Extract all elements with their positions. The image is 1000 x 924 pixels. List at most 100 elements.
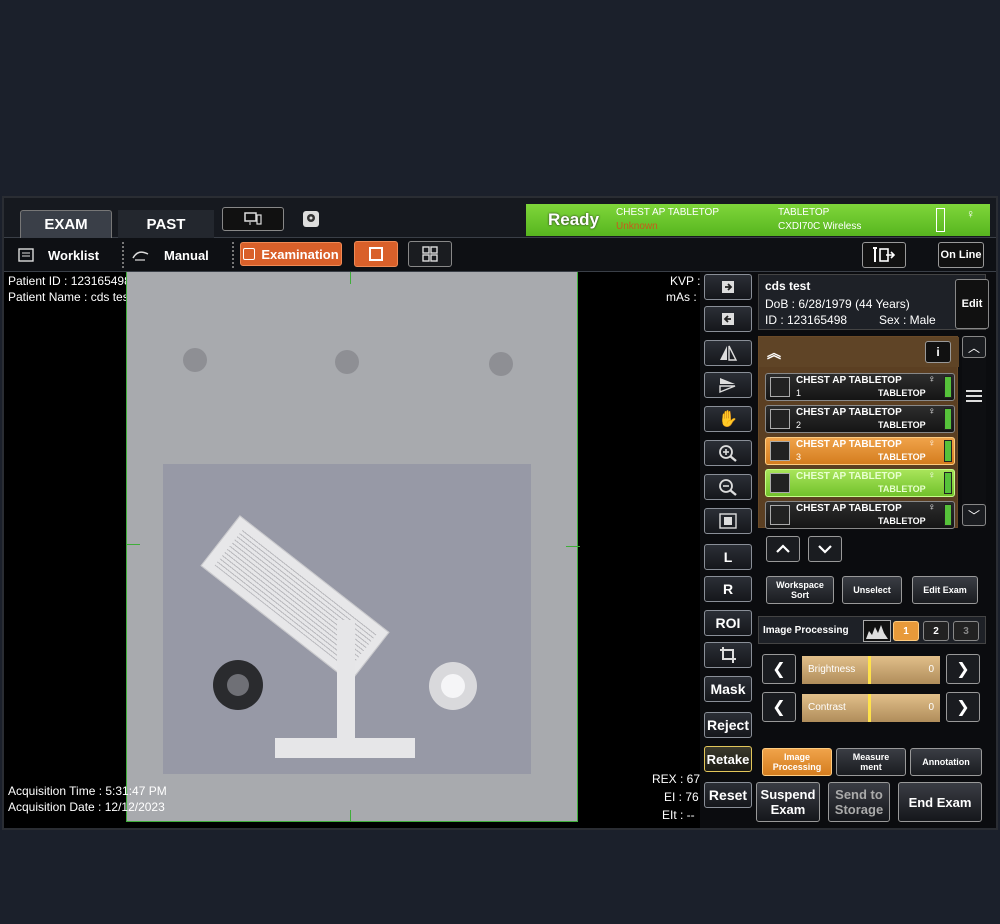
suspend-exam-button[interactable]: Suspend Exam: [756, 782, 820, 822]
exam-row-number: 2: [796, 420, 802, 430]
end-exam-button[interactable]: End Exam: [898, 782, 982, 822]
crop-button[interactable]: [704, 642, 752, 668]
light-ring: [429, 662, 477, 710]
brightness-decrease-button[interactable]: ❮: [762, 654, 796, 684]
exam-row-name: CHEST AP TABLETOP: [796, 375, 902, 386]
tab-image-processing-label-1: Image: [783, 752, 810, 762]
worklist-icon: [18, 248, 34, 262]
chevron-down-icon: [818, 545, 832, 554]
info-button[interactable]: i: [925, 341, 951, 363]
histogram-icon[interactable]: [863, 620, 891, 642]
chevron-left-icon: ❮: [772, 661, 786, 678]
crop-icon: [720, 647, 736, 663]
exam-row-name: CHEST AP TABLETOP: [796, 503, 902, 514]
tool-column: ✋ L R ROI Mask Reject Retake Reset: [700, 272, 756, 828]
brightness-slider[interactable]: Brightness 0: [802, 656, 940, 684]
left-marker-button[interactable]: L: [704, 544, 752, 570]
collapse-icon[interactable]: ︽: [767, 343, 781, 363]
tab-measurement-label-1: Measure: [852, 752, 890, 762]
brightness-increase-button[interactable]: ❯: [946, 654, 980, 684]
exam-list-scrollbar[interactable]: ︿ ﹀: [962, 336, 986, 528]
send-to-storage-button[interactable]: Send to Storage: [828, 782, 890, 822]
unselect-button[interactable]: Unselect: [842, 576, 902, 604]
tab-measurement[interactable]: Measure ment: [836, 748, 906, 776]
rotate-ccw-button[interactable]: [704, 306, 752, 332]
manual-button[interactable]: Manual: [132, 244, 209, 266]
exam-row-type: TABLETOP: [878, 452, 926, 462]
contrast-increase-button[interactable]: ❯: [946, 692, 980, 722]
retake-button[interactable]: Retake: [704, 746, 752, 772]
zoom-in-icon: [719, 445, 737, 462]
exam-row[interactable]: CHEST AP TABLETOP 1 TABLETOP ♀: [765, 373, 955, 401]
edit-exam-button[interactable]: Edit Exam: [912, 576, 978, 604]
kvp-overlay: KVP :: [670, 274, 701, 288]
worklist-button[interactable]: Worklist: [18, 244, 99, 266]
user-icon: ♀: [966, 207, 975, 221]
fit-button[interactable]: [704, 508, 752, 534]
contrast-slider[interactable]: Contrast 0: [802, 694, 940, 722]
exam-thumbnail: [770, 473, 790, 493]
tab-past[interactable]: PAST: [118, 210, 214, 238]
tab-image-processing[interactable]: Image Processing: [762, 748, 832, 776]
move-up-button[interactable]: [766, 536, 800, 562]
zoom-in-button[interactable]: [704, 440, 752, 466]
fit-screen-icon: [719, 513, 737, 529]
workspace-sort-button[interactable]: Workspace Sort: [766, 576, 834, 604]
pan-button[interactable]: ✋: [704, 406, 752, 432]
scroll-down-button[interactable]: ﹀: [962, 504, 986, 526]
exam-row-name: CHEST AP TABLETOP: [796, 471, 902, 482]
media-button[interactable]: [294, 207, 328, 231]
exam-thumbnail: [770, 409, 790, 429]
patient-name: cds test: [765, 279, 811, 293]
chevron-right-icon: ❯: [956, 699, 970, 716]
xray-image[interactable]: [126, 272, 578, 822]
mask-button[interactable]: Mask: [704, 676, 752, 702]
online-button[interactable]: On Line: [938, 242, 984, 268]
grid-view-button[interactable]: [408, 241, 452, 267]
send-label-1: Send to: [835, 787, 883, 802]
patient-id: ID : 123165498: [765, 313, 848, 327]
tab-annotation[interactable]: Annotation: [910, 748, 982, 776]
dark-ring: [213, 660, 263, 710]
tab-exam[interactable]: EXAM: [20, 210, 112, 238]
exam-row[interactable]: CHEST AP TABLETOP TABLETOP ♀: [765, 501, 955, 529]
examination-button[interactable]: Examination: [240, 242, 342, 266]
exam-list-header: ︽ i: [759, 337, 959, 367]
exam-row[interactable]: CHEST AP TABLETOP 2 TABLETOP ♀: [765, 405, 955, 433]
preset-2-button[interactable]: 2: [923, 621, 949, 641]
right-marker-button[interactable]: R: [704, 576, 752, 602]
edit-patient-button[interactable]: Edit: [955, 279, 989, 329]
flip-horizontal-icon: [720, 345, 738, 361]
exam-row-number: 3: [796, 452, 802, 462]
hand-icon: ✋: [718, 411, 738, 428]
menu-icon[interactable]: [966, 390, 982, 402]
image-viewer[interactable]: Patient ID : 123165498 Patient Name : cd…: [4, 272, 701, 828]
tools-button[interactable]: [862, 242, 906, 268]
roi-button[interactable]: ROI: [704, 610, 752, 636]
preset-3-button[interactable]: 3: [953, 621, 979, 641]
contrast-marker[interactable]: [868, 694, 871, 722]
workspace-sort-label-1: Workspace: [776, 580, 824, 590]
exam-row[interactable]: CHEST AP TABLETOP TABLETOP ♀: [765, 469, 955, 497]
marker-dot: [489, 352, 513, 376]
ei-value: EI : 76: [664, 790, 699, 804]
rotate-cw-button[interactable]: [704, 274, 752, 300]
preset-1-button[interactable]: 1: [893, 621, 919, 641]
status-position: TABLETOP: [778, 207, 830, 218]
reset-button[interactable]: Reset: [704, 782, 752, 808]
contrast-decrease-button[interactable]: ❮: [762, 692, 796, 722]
monitor-button[interactable]: [222, 207, 284, 231]
flip-horizontal-button[interactable]: [704, 340, 752, 366]
right-panel: cds test DoB : 6/28/1979 (44 Years) ID :…: [756, 272, 996, 828]
crosshair-bottom: [350, 810, 351, 822]
scroll-up-button[interactable]: ︿: [962, 336, 986, 358]
exam-row-type: TABLETOP: [878, 420, 926, 430]
zoom-out-button[interactable]: [704, 474, 752, 500]
single-view-button[interactable]: [354, 241, 398, 267]
exam-icon: [243, 248, 256, 260]
exam-row[interactable]: CHEST AP TABLETOP 3 TABLETOP ♀: [765, 437, 955, 465]
reject-button[interactable]: Reject: [704, 712, 752, 738]
brightness-marker[interactable]: [868, 656, 871, 684]
flip-vertical-button[interactable]: [704, 372, 752, 398]
move-down-button[interactable]: [808, 536, 842, 562]
